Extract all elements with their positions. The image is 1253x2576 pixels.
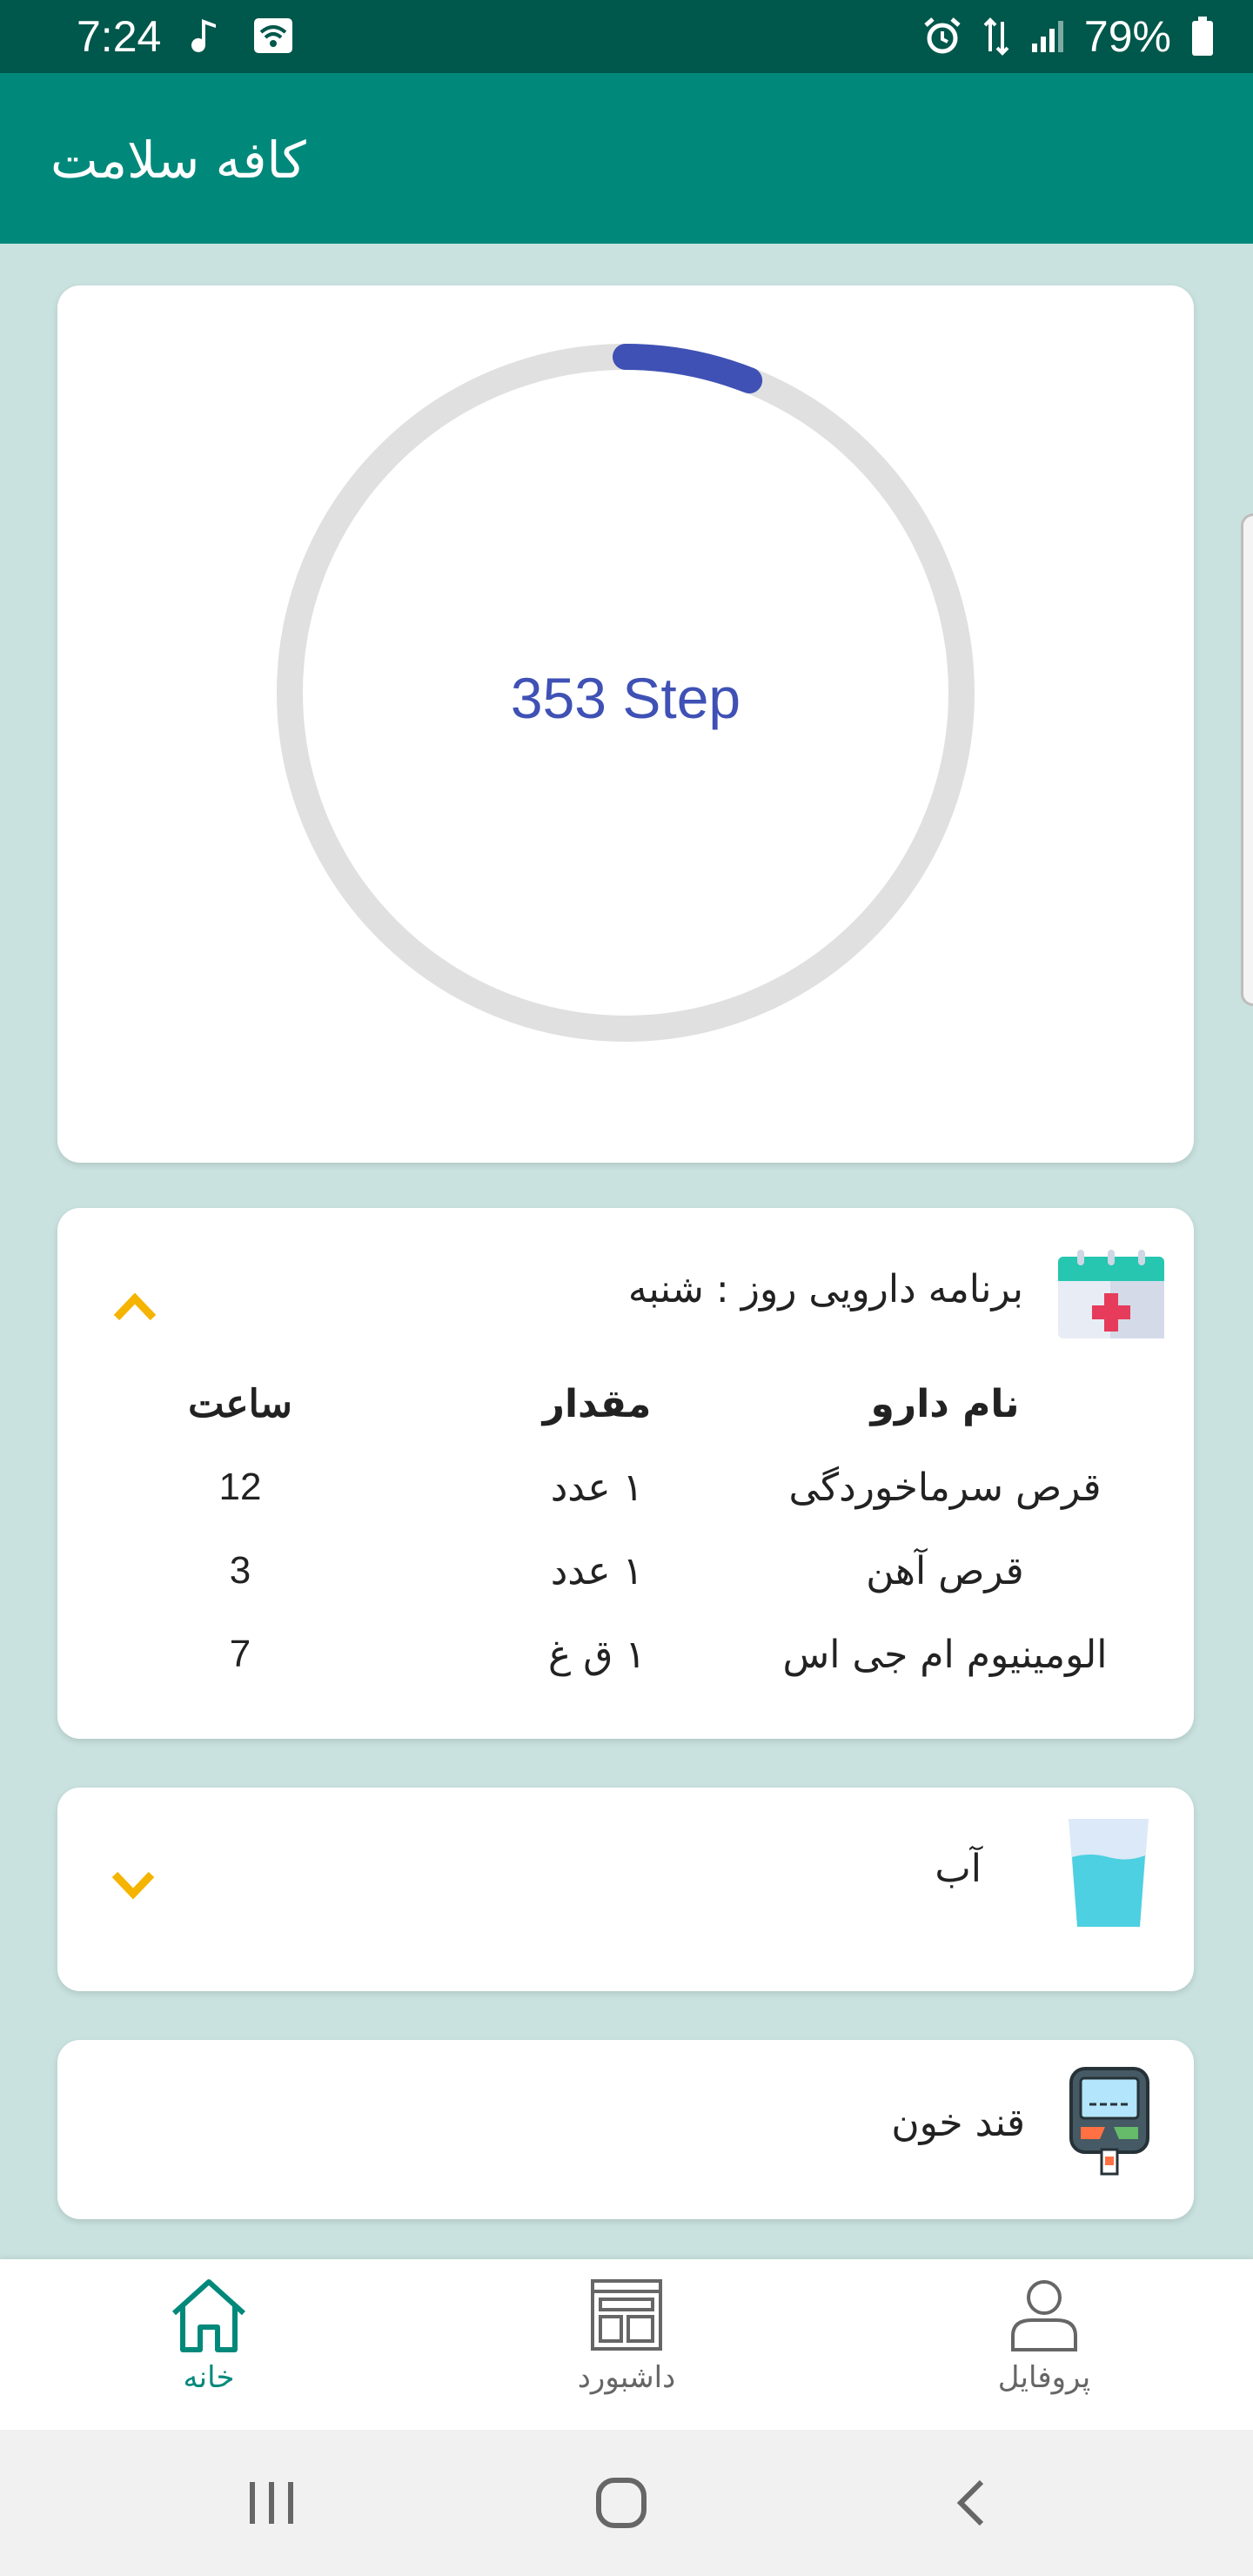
- app-title: کافه سلامت: [50, 131, 306, 190]
- battery-percent: 79%: [1083, 12, 1171, 61]
- medication-row: الومینیوم ام جی اس ۱ ق غ 7: [57, 1633, 1194, 1711]
- music-note-icon: [191, 19, 216, 52]
- medicine-quantity: ۱ عدد: [550, 1549, 644, 1593]
- system-navigation-bar: [0, 2430, 1253, 2576]
- expand-chevron-down-icon[interactable]: [110, 1868, 157, 1902]
- step-counter-card[interactable]: 353 Step: [57, 285, 1194, 1163]
- glucometer-icon: [1069, 2067, 1149, 2176]
- status-time: 7:24: [77, 12, 162, 61]
- water-title: آب: [935, 1847, 982, 1891]
- calendar-medical-icon: [1058, 1250, 1164, 1338]
- battery-icon: [1192, 17, 1213, 56]
- medication-day: شنبه: [627, 1267, 704, 1311]
- nav-label-home: خانه: [183, 2360, 235, 2395]
- nav-label-dashboard: داشبورد: [577, 2360, 676, 2395]
- nav-item-profile[interactable]: پروفایل: [940, 2277, 1149, 2395]
- wifi-icon: [254, 18, 292, 53]
- blood-sugar-card[interactable]: قند خون: [57, 2040, 1194, 2219]
- header-time: ساعت: [188, 1383, 292, 1426]
- recent-apps-icon[interactable]: [247, 2479, 296, 2527]
- header-quantity: مقدار: [542, 1382, 652, 1426]
- step-count-text: 353 Step: [510, 666, 741, 730]
- bottom-navigation: خانه داشبورد پروفایل: [0, 2259, 1253, 2430]
- medicine-name: الومینیوم ام جی اس: [782, 1633, 1108, 1677]
- medicine-time: 7: [229, 1633, 251, 1675]
- medicine-time: 12: [218, 1466, 262, 1508]
- app-bar: کافه سلامت: [0, 73, 1253, 244]
- blood-sugar-title: قند خون: [891, 2101, 1025, 2145]
- medication-title-label: برنامه دارویی روز :: [715, 1267, 1023, 1311]
- medication-row: قرص سرماخوردگی ۱ عدد 12: [57, 1466, 1194, 1544]
- collapse-chevron-up-icon[interactable]: [111, 1290, 158, 1325]
- status-bar: 7:24 79%: [0, 0, 1253, 73]
- home-icon: [171, 2279, 246, 2352]
- medication-card: برنامه دارویی روز : شنبه نام دارو مقدار …: [57, 1208, 1194, 1739]
- medication-row: قرص آهن ۱ عدد 3: [57, 1549, 1194, 1627]
- medicine-name: قرص آهن: [866, 1549, 1024, 1593]
- signal-icon: [1031, 21, 1063, 52]
- medication-header-row: نام دارو مقدار ساعت: [57, 1382, 1194, 1460]
- edge-panel-handle[interactable]: [1241, 513, 1253, 1006]
- dashboard-icon: [591, 2279, 662, 2351]
- water-glass-icon: [1069, 1819, 1149, 1927]
- nav-label-profile: پروفایل: [997, 2360, 1091, 2395]
- medicine-time: 3: [229, 1549, 251, 1592]
- nav-item-dashboard[interactable]: داشبورد: [522, 2277, 731, 2395]
- data-transfer-icon: [983, 17, 1009, 56]
- nav-item-home[interactable]: خانه: [104, 2277, 313, 2395]
- alarm-icon: [924, 17, 961, 54]
- medicine-quantity: ۱ عدد: [550, 1466, 644, 1510]
- medicine-quantity: ۱ ق غ: [547, 1633, 646, 1677]
- home-button-icon[interactable]: [595, 2477, 647, 2529]
- header-medicine-name: نام دارو: [870, 1382, 1020, 1426]
- medicine-name: قرص سرماخوردگی: [788, 1466, 1102, 1510]
- back-icon[interactable]: [954, 2479, 988, 2527]
- water-card[interactable]: آب: [57, 1788, 1194, 1991]
- profile-icon: [1011, 2280, 1077, 2351]
- medication-title: برنامه دارویی روز : شنبه: [628, 1267, 1023, 1311]
